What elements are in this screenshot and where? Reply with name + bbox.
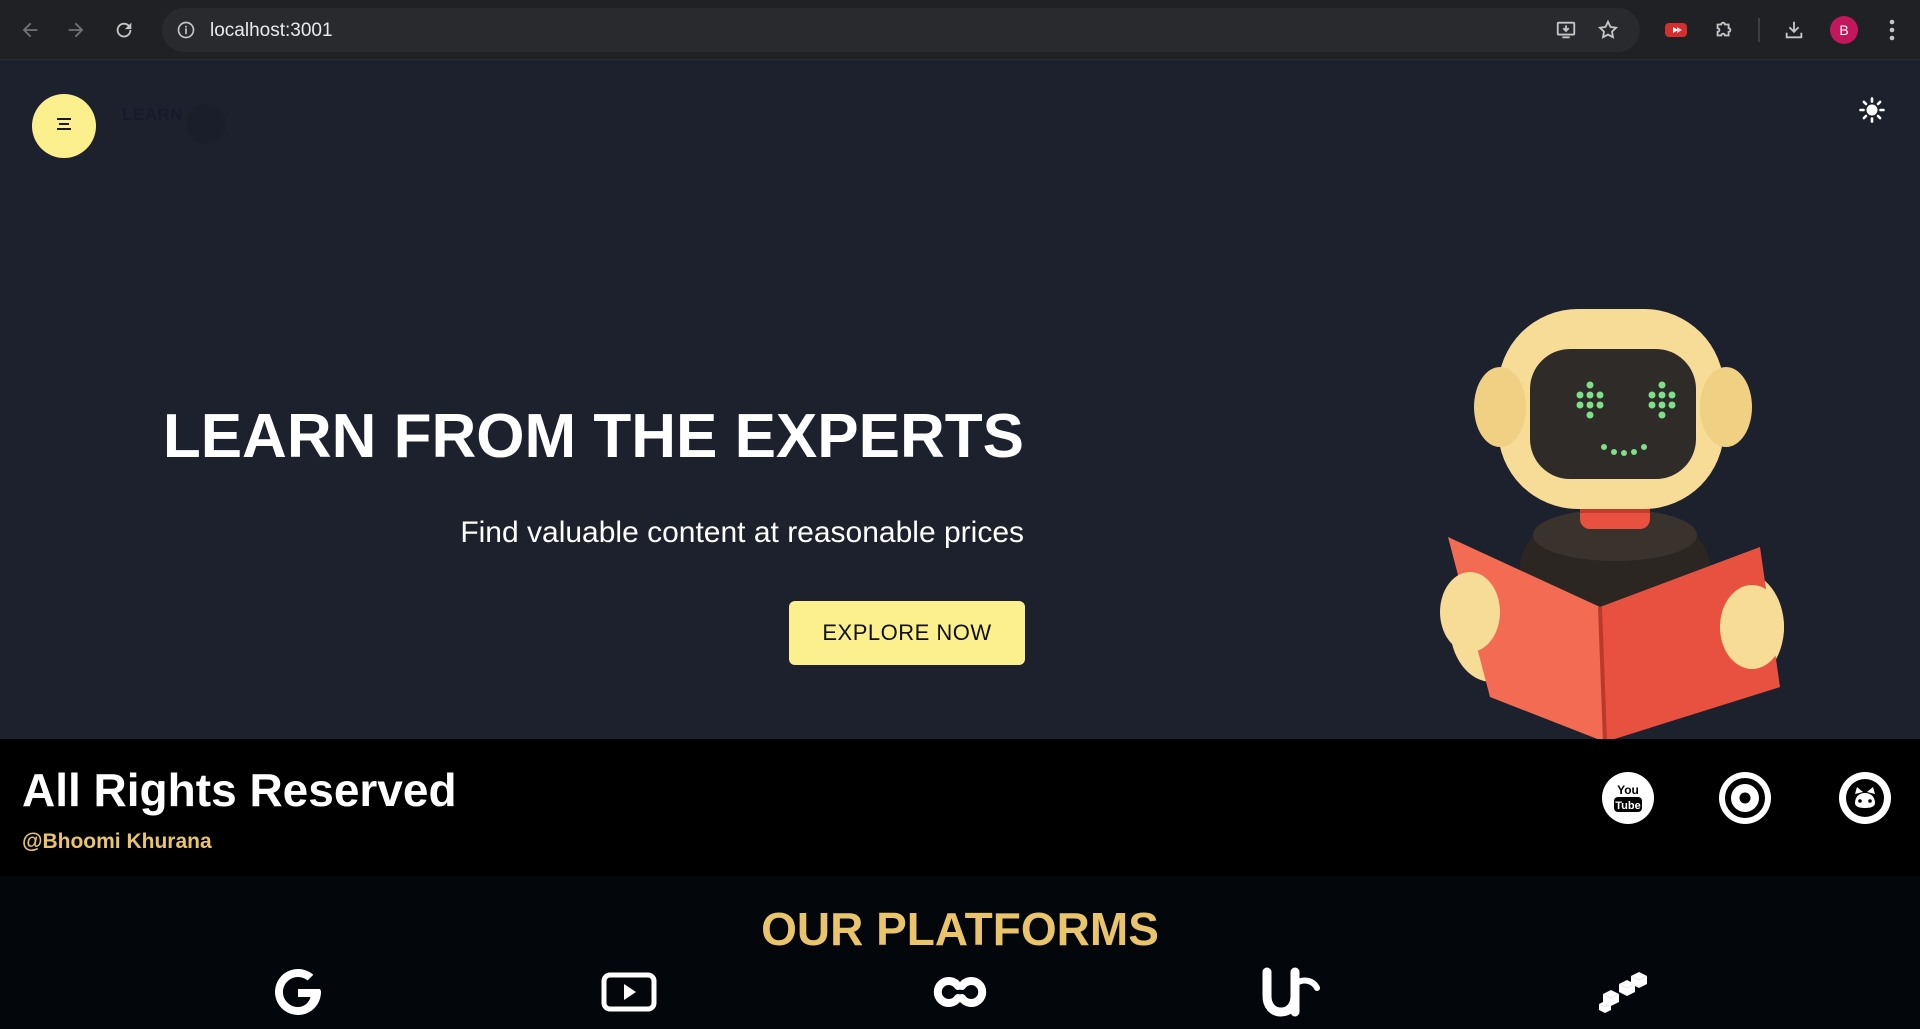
google-icon[interactable] <box>266 960 330 1024</box>
install-app-icon[interactable] <box>1550 14 1582 46</box>
profile-avatar[interactable]: B <box>1830 16 1858 44</box>
extensions-puzzle-icon[interactable] <box>1708 14 1740 46</box>
download-icon[interactable] <box>1778 14 1810 46</box>
hero-title: LEARN FROM THE EXPERTS <box>162 402 1024 471</box>
coursera-icon[interactable] <box>928 960 992 1024</box>
sun-icon <box>1859 96 1885 128</box>
platforms-section: OUR PLATFORMS <box>0 876 1920 1029</box>
youtube-icon[interactable]: You Tube <box>1602 772 1654 824</box>
page: LEARN LEARN FROM THE EXPERTS Find valuab… <box>0 61 1920 1029</box>
url-text[interactable]: localhost:3001 <box>210 20 333 42</box>
address-bar[interactable]: localhost:3001 <box>162 8 1640 52</box>
menu-lines-icon <box>55 117 73 136</box>
robot-reading-book-icon <box>1430 297 1810 743</box>
extension-red-icon[interactable] <box>1660 14 1692 46</box>
hero-section: LEARN LEARN FROM THE EXPERTS Find valuab… <box>0 61 1920 743</box>
face-smile-icon[interactable] <box>1719 772 1771 824</box>
author-handle[interactable]: @Bhoomi Khurana <box>22 830 212 854</box>
forward-arrow-icon[interactable] <box>60 14 92 46</box>
logo-text[interactable]: LEARN <box>122 105 183 125</box>
youtube-play-icon[interactable] <box>597 960 661 1024</box>
hero-subtitle: Find valuable content at reasonable pric… <box>460 516 1024 549</box>
github-icon[interactable] <box>1839 772 1891 824</box>
logo-mark <box>186 104 226 144</box>
browser-chrome: localhost:3001 B <box>0 0 1920 60</box>
explore-now-button[interactable]: EXPLORE NOW <box>789 601 1025 665</box>
svg-text:Tube: Tube <box>1615 800 1640 812</box>
bookmark-star-icon[interactable] <box>1592 14 1624 46</box>
back-arrow-icon[interactable] <box>14 14 46 46</box>
theme-toggle-button[interactable] <box>1856 96 1888 128</box>
footer-title: All Rights Reserved <box>22 764 457 816</box>
platforms-title: OUR PLATFORMS <box>761 903 1159 955</box>
blocks-icon[interactable] <box>1590 960 1654 1024</box>
reload-icon[interactable] <box>108 14 140 46</box>
toolbar-divider <box>1758 18 1760 42</box>
site-info-icon[interactable] <box>172 16 200 44</box>
svg-text:You: You <box>1617 783 1639 797</box>
menu-button[interactable] <box>32 94 96 158</box>
more-vert-icon[interactable] <box>1876 14 1908 46</box>
udemy-icon[interactable] <box>1259 960 1323 1024</box>
footer: All Rights Reserved @Bhoomi Khurana You … <box>0 739 1920 876</box>
